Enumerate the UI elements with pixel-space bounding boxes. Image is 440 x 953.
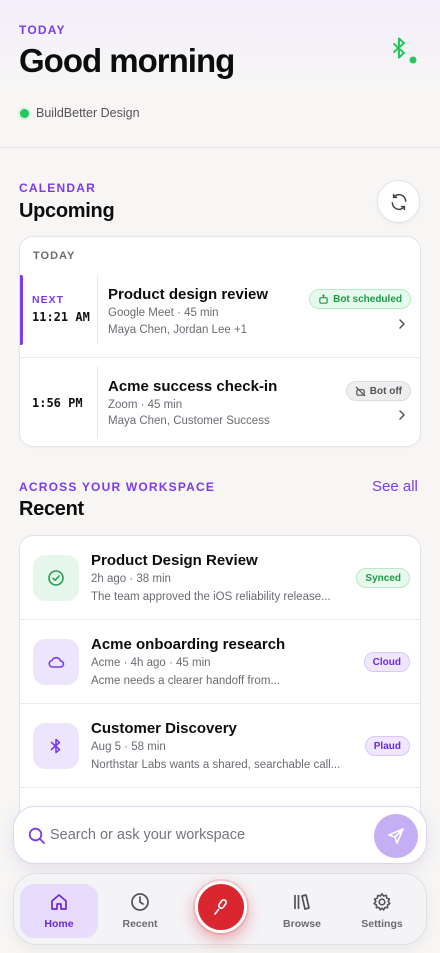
workspace-indicator[interactable]: BuildBetter Design <box>20 106 140 120</box>
bot-status-label: Bot scheduled <box>333 293 402 305</box>
source-badge: Cloud <box>363 652 410 672</box>
recent-list: Product Design Review 2h ago · 38 min Th… <box>19 535 421 835</box>
item-description: The team approved the iOS reliability re… <box>91 591 331 603</box>
header: TODAY Good morning BuildBetter Design <box>0 0 440 148</box>
recent-eyebrow: ACROSS YOUR WORKSPACE <box>19 480 216 494</box>
meeting-time: 1:56 PM <box>32 396 83 410</box>
next-tag: NEXT <box>32 294 65 306</box>
recent-title: Recent <box>19 498 84 520</box>
tab-home[interactable]: Home <box>20 884 98 938</box>
source-badge: Plaud <box>364 736 410 756</box>
search-input[interactable]: Search or ask your workspace <box>50 827 245 843</box>
meeting-people: Maya Chen, Customer Success <box>108 415 270 427</box>
item-icon-tile <box>33 723 79 769</box>
check-circle-icon <box>48 570 64 586</box>
list-item[interactable]: Product Design Review 2h ago · 38 min Th… <box>20 536 420 620</box>
tab-recent[interactable]: Recent <box>101 884 179 938</box>
item-title: Acme onboarding research <box>91 636 286 653</box>
bot-icon <box>319 293 328 304</box>
item-icon-tile <box>33 639 79 685</box>
send-button[interactable] <box>374 814 418 858</box>
item-description: Northstar Labs wants a shared, searchabl… <box>91 759 341 771</box>
record-button[interactable] <box>195 881 247 933</box>
meeting-item[interactable]: 1:56 PM Acme success check-in Zoom · 45 … <box>20 357 420 446</box>
microphone-icon <box>214 899 227 915</box>
item-title: Customer Discovery <box>91 720 237 737</box>
send-icon <box>388 828 404 844</box>
bluetooth-icon <box>50 738 61 754</box>
app-screen: TODAY Good morning BuildBetter Design CA… <box>0 0 440 953</box>
refresh-button[interactable] <box>377 180 420 223</box>
meeting-meta: Google Meet · 45 min <box>108 307 219 319</box>
day-label: TODAY <box>33 250 76 262</box>
bot-status-badge: Bot off <box>345 381 411 401</box>
bot-off-icon <box>355 385 366 397</box>
tab-browse[interactable]: Browse <box>263 884 341 938</box>
item-description: Acme needs a clearer handoff from... <box>91 675 280 687</box>
sync-status-badge: Synced <box>356 568 410 588</box>
list-item[interactable]: Acme onboarding research Acme · 4h ago ·… <box>20 620 420 704</box>
meeting-time: 11:21 AM <box>32 310 90 324</box>
status-dot <box>20 108 29 118</box>
bot-status-badge: Bot scheduled <box>309 289 411 309</box>
item-meta: Acme · 4h ago · 45 min <box>91 657 211 669</box>
tab-label: Browse <box>283 918 321 930</box>
workspace-name: BuildBetter Design <box>36 106 140 120</box>
bluetooth-connected-icon[interactable] <box>388 34 420 66</box>
tab-label: Home <box>44 918 74 930</box>
bot-status-label: Bot off <box>369 385 402 397</box>
search-bar[interactable]: Search or ask your workspace <box>13 806 427 864</box>
upcoming-title: Upcoming <box>19 200 115 222</box>
search-icon <box>28 827 45 844</box>
library-icon <box>294 894 310 910</box>
calendar-card: TODAY NEXT 11:21 AM Product design revie… <box>19 236 421 447</box>
see-all-link[interactable]: See all <box>372 478 418 495</box>
header-eyebrow: TODAY <box>19 23 66 37</box>
meeting-item[interactable]: NEXT 11:21 AM Product design review Goog… <box>20 275 420 357</box>
item-meta: 2h ago · 38 min <box>91 573 171 585</box>
tab-label: Recent <box>122 918 158 930</box>
tab-settings[interactable]: Settings <box>343 884 421 938</box>
refresh-icon <box>391 193 406 210</box>
chevron-right-icon <box>399 410 405 420</box>
bottom-nav: Home Recent Browse Settings <box>13 873 427 945</box>
tab-label: Settings <box>361 918 403 930</box>
gear-icon <box>373 893 391 911</box>
meeting-meta: Zoom · 45 min <box>108 399 183 411</box>
item-meta: Aug 5 · 58 min <box>91 741 166 753</box>
divider <box>97 366 98 438</box>
item-title: Product Design Review <box>91 552 258 569</box>
item-icon-tile <box>33 555 79 601</box>
calendar-eyebrow: CALENDAR <box>19 181 96 195</box>
meeting-title: Acme success check-in <box>108 378 278 395</box>
page-title: Good morning <box>19 42 235 79</box>
list-item[interactable]: Customer Discovery Aug 5 · 58 min Norths… <box>20 704 420 788</box>
home-icon <box>51 894 67 910</box>
divider <box>97 275 98 345</box>
meeting-people: Maya Chen, Jordan Lee +1 <box>108 324 248 336</box>
clock-icon <box>131 893 149 911</box>
chevron-right-icon <box>399 319 405 329</box>
meeting-title: Product design review <box>108 286 269 303</box>
cloud-icon <box>48 656 65 668</box>
